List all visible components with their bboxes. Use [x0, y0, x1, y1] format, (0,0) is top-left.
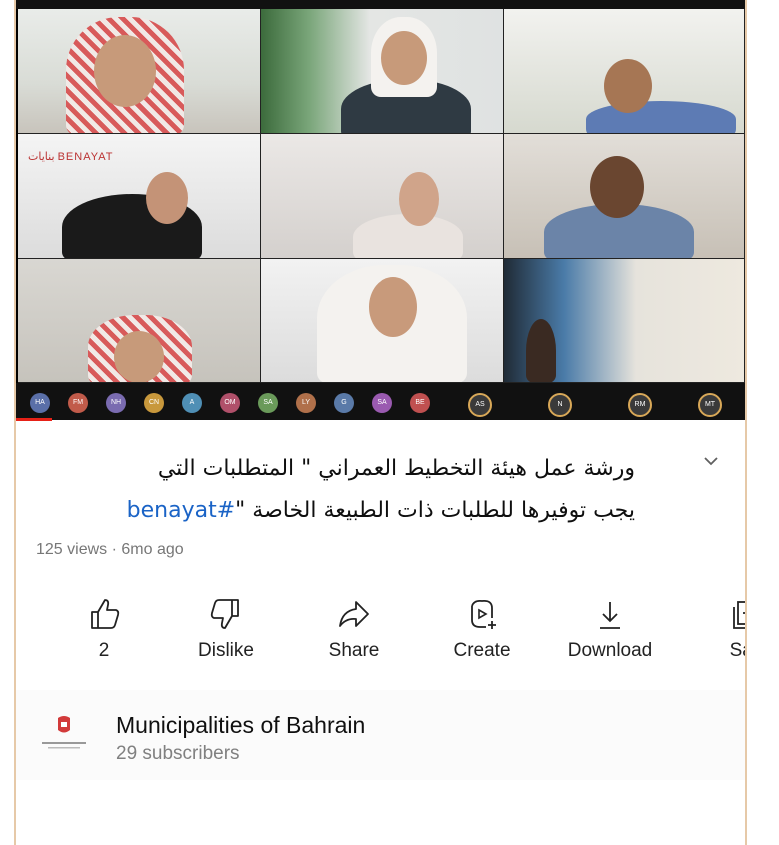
thumbs-down-icon	[166, 594, 286, 634]
video-title-line2-text: يجب توفيرها للطلبات ذات الطبيعة الخاصة "	[235, 498, 635, 523]
save-label: Sav	[729, 640, 745, 661]
action-bar: 2 Dislike Share Create Download S	[16, 594, 745, 674]
video-progress-bar[interactable]	[16, 418, 53, 421]
participant-tile	[18, 259, 261, 383]
create-label: Create	[453, 640, 511, 661]
create-icon	[422, 594, 542, 634]
participant-avatar-chip: OM	[220, 393, 240, 413]
participant-tile	[261, 259, 504, 383]
participant-tile	[504, 9, 745, 134]
video-meta: 125 views · 6mo ago	[36, 541, 184, 558]
participant-avatar-chip: RM	[628, 393, 652, 417]
participant-tile	[261, 134, 504, 259]
participant-face	[590, 156, 644, 218]
participant-face	[369, 277, 417, 337]
participant-face	[381, 31, 427, 85]
video-player[interactable]: بنايات BENAYAT HA FM NH CN A OM SA LY G …	[16, 0, 745, 421]
participant-avatar-chip: CN	[144, 393, 164, 413]
video-title-line1: ورشة عمل هيئة التخطيط العمراني " المتطلب…	[157, 456, 635, 481]
dislike-button[interactable]: Dislike	[166, 594, 286, 662]
participant-strip: HA FM NH CN A OM SA LY G SA BE AS N RM MT	[16, 383, 745, 420]
participant-face	[604, 59, 652, 113]
participant-figure	[526, 319, 556, 382]
channel-avatar[interactable]	[38, 710, 90, 762]
create-button[interactable]: Create	[422, 594, 542, 662]
participant-avatar-chip: A	[182, 393, 202, 413]
participant-figure	[586, 101, 736, 133]
like-button[interactable]: 2	[44, 594, 164, 662]
channel-row[interactable]: Municipalities of Bahrain 29 subscribers	[16, 690, 745, 780]
participant-avatar-chip: AS	[468, 393, 492, 417]
channel-subscribers: 29 subscribers	[116, 743, 240, 764]
chevron-down-icon[interactable]	[700, 450, 722, 472]
app-frame: بنايات BENAYAT HA FM NH CN A OM SA LY G …	[14, 0, 747, 845]
participant-avatar-chip: BE	[410, 393, 430, 413]
participant-tile	[18, 9, 261, 134]
participant-face	[114, 331, 164, 382]
participant-avatar-chip: SA	[372, 393, 392, 413]
download-icon	[550, 594, 670, 634]
hashtag-link[interactable]: #benayat	[127, 498, 236, 523]
participant-tile	[261, 9, 504, 134]
share-button[interactable]: Share	[294, 594, 414, 662]
participant-grid: بنايات BENAYAT	[18, 9, 745, 383]
thumbs-up-icon	[44, 594, 164, 634]
participant-avatar-chip: MT	[698, 393, 722, 417]
participant-avatar-chip: SA	[258, 393, 278, 413]
like-count: 2	[98, 640, 110, 661]
share-label: Share	[328, 640, 380, 661]
participant-avatar-chip: HA	[30, 393, 50, 413]
channel-name[interactable]: Municipalities of Bahrain	[116, 712, 365, 739]
participant-tile	[504, 134, 745, 259]
participant-avatar-chip: N	[548, 393, 572, 417]
participant-avatar-chip: FM	[68, 393, 88, 413]
save-icon	[686, 594, 745, 634]
video-title: ورشة عمل هيئة التخطيط العمراني " المتطلب…	[35, 448, 635, 532]
participant-tile: بنايات BENAYAT	[18, 134, 261, 259]
dislike-label: Dislike	[198, 640, 254, 661]
share-icon	[294, 594, 414, 634]
participant-tile	[504, 259, 745, 383]
participant-face	[94, 35, 156, 107]
benayat-logo: بنايات BENAYAT	[28, 151, 114, 163]
participant-face	[399, 172, 439, 226]
video-top-bar	[16, 0, 745, 9]
save-button[interactable]: Sav	[686, 594, 745, 662]
participant-avatar-chip: LY	[296, 393, 316, 413]
download-label: Download	[567, 640, 653, 661]
download-button[interactable]: Download	[550, 594, 670, 662]
participant-avatar-chip: NH	[106, 393, 126, 413]
video-title-line2: يجب توفيرها للطلبات ذات الطبيعة الخاصة "…	[35, 490, 635, 532]
participant-avatar-chip: G	[334, 393, 354, 413]
participant-face	[146, 172, 188, 224]
